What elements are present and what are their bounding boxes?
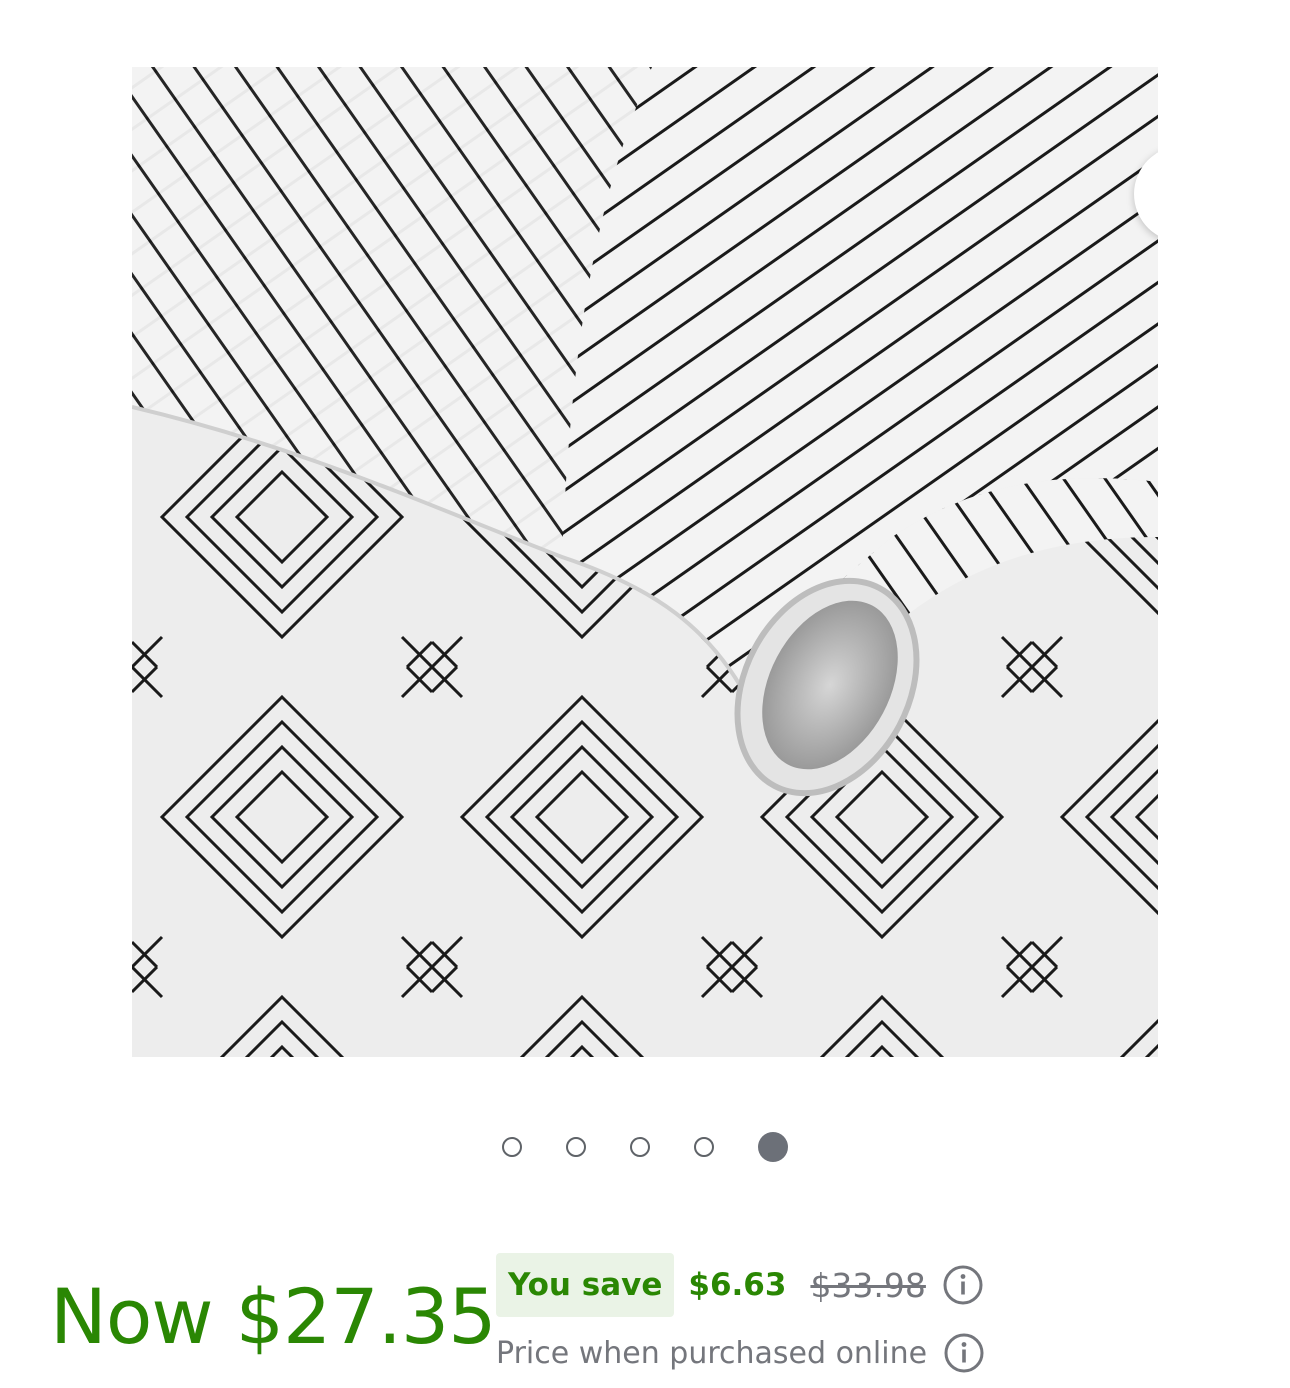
info-icon[interactable] bbox=[942, 1264, 984, 1306]
was-price: $33.98 bbox=[810, 1265, 926, 1305]
price-note-row: Price when purchased online bbox=[496, 1330, 985, 1376]
price-note-info-icon[interactable] bbox=[943, 1332, 985, 1374]
product-page: Now $27.35 You save $6.63 $33.98 Price w… bbox=[0, 0, 1290, 1388]
current-price: Now $27.35 bbox=[50, 1272, 497, 1361]
you-save-badge: You save bbox=[496, 1253, 675, 1317]
save-amount: $6.63 bbox=[688, 1267, 787, 1303]
wallpaper-pattern-illustration bbox=[132, 67, 1158, 1057]
image-carousel-dots bbox=[0, 1130, 1290, 1164]
price-note: Price when purchased online bbox=[496, 1335, 928, 1371]
carousel-dot-4[interactable] bbox=[694, 1137, 714, 1157]
info-circle-icon bbox=[944, 1333, 984, 1373]
carousel-dot-2[interactable] bbox=[566, 1137, 586, 1157]
product-image[interactable] bbox=[132, 67, 1158, 1057]
carousel-dot-3[interactable] bbox=[630, 1137, 650, 1157]
info-circle-icon bbox=[943, 1265, 983, 1305]
carousel-dot-5-active[interactable] bbox=[758, 1132, 788, 1162]
carousel-dot-1[interactable] bbox=[502, 1137, 522, 1157]
savings-row: You save $6.63 $33.98 bbox=[496, 1252, 984, 1318]
